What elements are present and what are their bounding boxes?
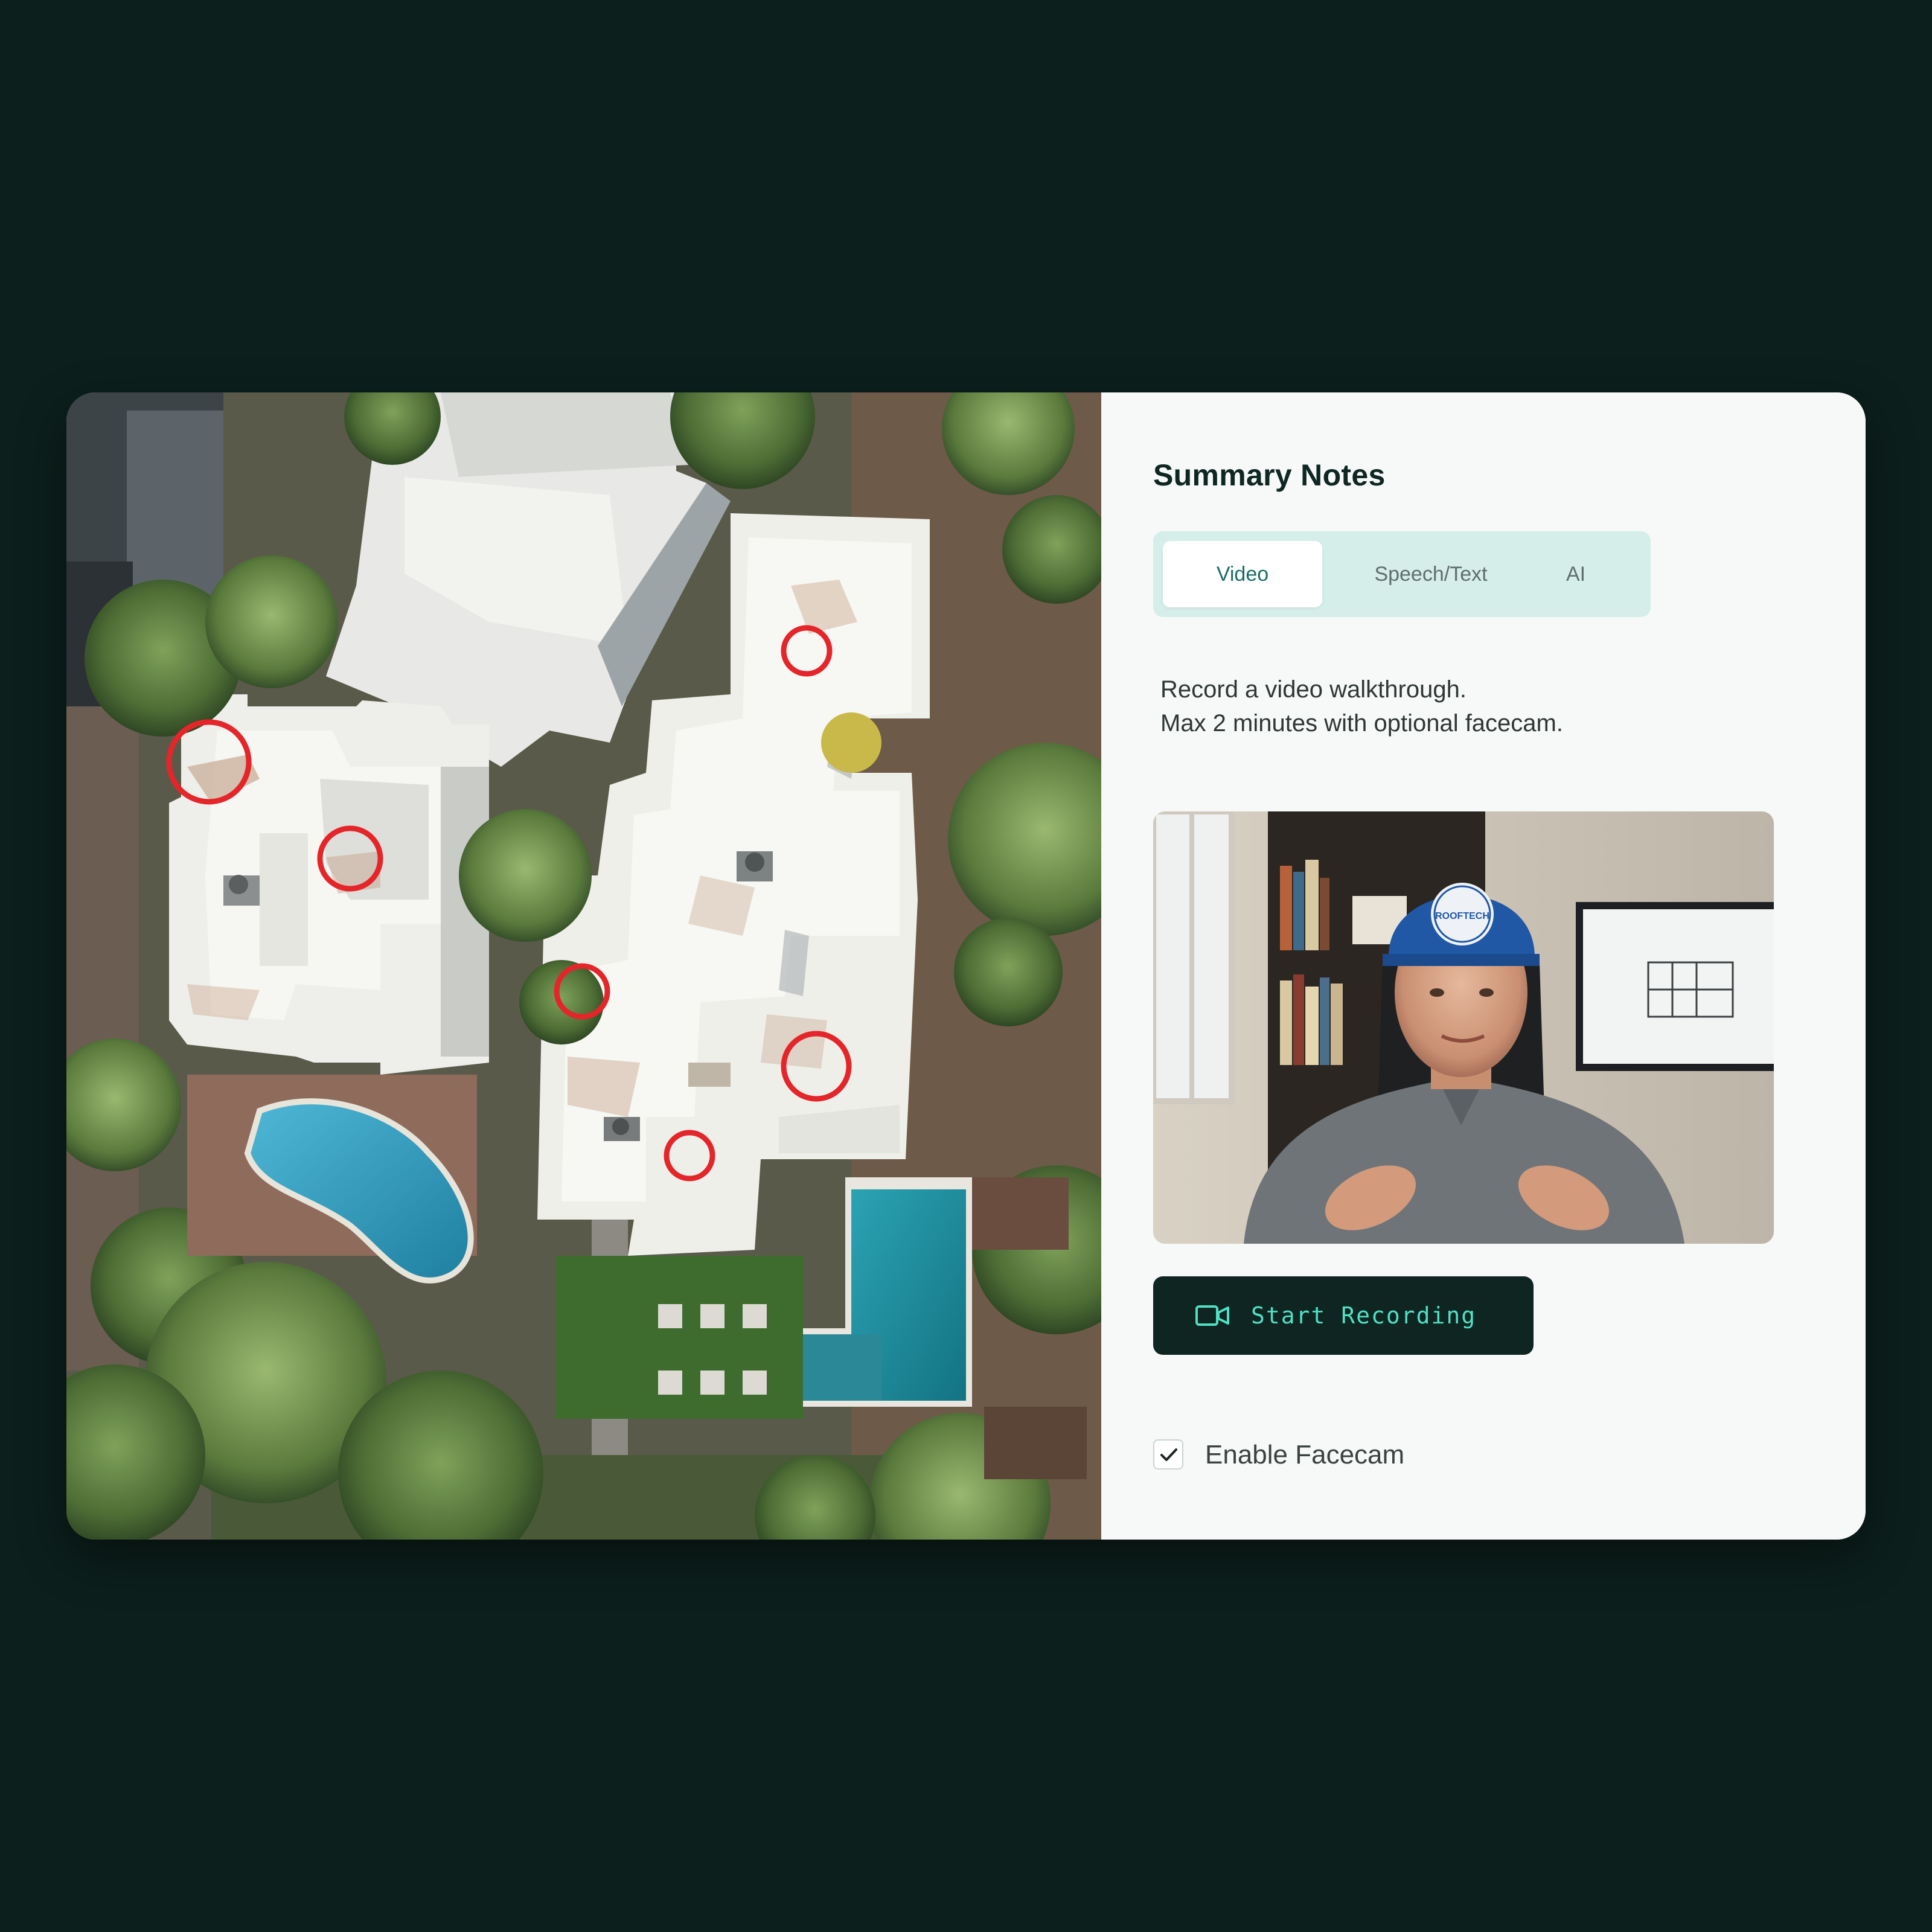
tab-video[interactable]: Video — [1163, 541, 1322, 607]
building-left — [169, 694, 489, 1075]
facecam-checkbox[interactable] — [1153, 1439, 1183, 1470]
video-camera-icon — [1195, 1305, 1229, 1326]
aerial-roof-photo — [66, 392, 1101, 1540]
tab-speech-text[interactable]: Speech/Text — [1352, 541, 1509, 607]
facecam-label: Enable Facecam — [1205, 1440, 1405, 1470]
description-line: Max 2 minutes with optional facecam. — [1160, 710, 1563, 737]
summary-card: Summary Notes Video Speech/Text AI Recor… — [66, 392, 1866, 1540]
summary-notes-panel: Summary Notes Video Speech/Text AI Recor… — [1101, 392, 1866, 1540]
description-line: Record a video walkthrough. — [1160, 676, 1467, 703]
checkmark-icon — [1160, 1448, 1177, 1461]
facecam-preview: ROOFTECH — [1153, 811, 1774, 1244]
cap-logo-text: ROOFTECH — [1435, 911, 1489, 921]
start-recording-button[interactable]: Start Recording — [1153, 1276, 1534, 1355]
start-recording-label: Start Recording — [1251, 1302, 1477, 1329]
panel-title: Summary Notes — [1153, 458, 1386, 492]
notes-type-tabs: Video Speech/Text AI — [1153, 531, 1651, 617]
tab-ai[interactable]: AI — [1540, 541, 1612, 607]
